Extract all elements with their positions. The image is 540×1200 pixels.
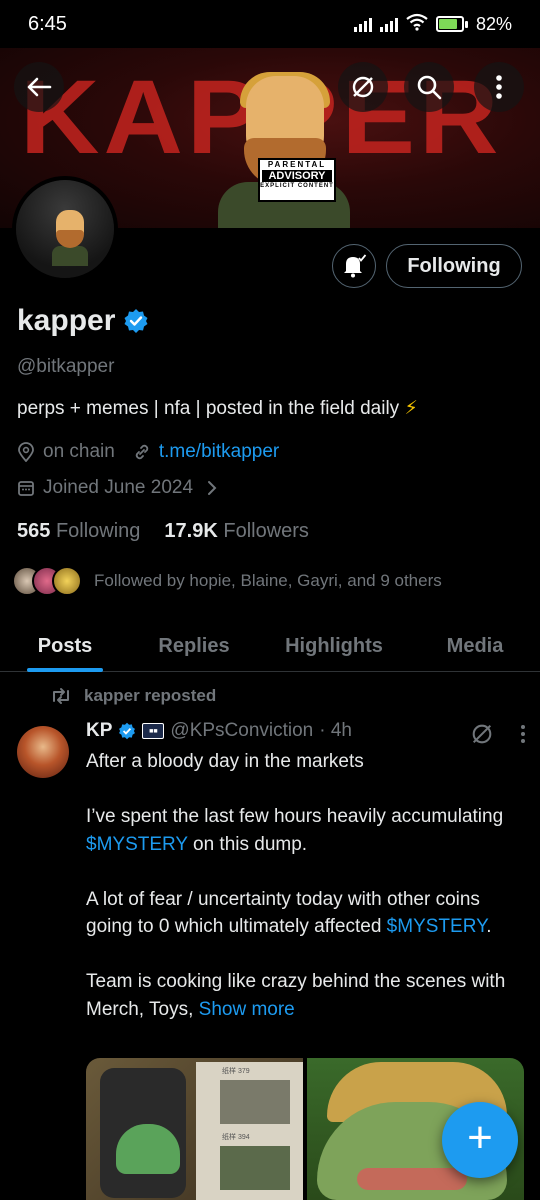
tab-replies[interactable]: Replies	[130, 620, 258, 672]
more-vertical-icon	[496, 75, 502, 99]
grok-button[interactable]	[338, 62, 388, 112]
profile-tabs: Posts Replies Highlights Media	[0, 620, 540, 672]
search-icon	[417, 75, 442, 100]
verified-badge-icon	[119, 722, 136, 740]
status-icons: 82%	[353, 13, 512, 36]
following-button[interactable]: Following	[386, 244, 522, 288]
media-note: 纸样 379	[222, 1068, 250, 1075]
back-button[interactable]	[14, 62, 64, 112]
calendar-icon	[18, 481, 34, 496]
followed-by-text: Followed by hopie, Blaine, Gayri, and 9 …	[94, 571, 442, 590]
profile-avatar[interactable]	[12, 176, 118, 282]
post-author-name[interactable]: KP	[86, 720, 112, 742]
parental-advisory-label: PARENTAL ADVISORY EXPLICIT CONTENT	[258, 158, 336, 202]
following-stat[interactable]: 565 Following	[17, 520, 140, 543]
profile-link[interactable]: t.me/bitkapper	[159, 441, 279, 463]
followed-by-row[interactable]: Followed by hopie, Blaine, Gayri, and 9 …	[12, 566, 442, 596]
show-more-link[interactable]: Show more	[199, 999, 295, 1020]
chevron-right-icon	[208, 481, 217, 495]
verified-badge-icon[interactable]	[123, 308, 149, 334]
status-bar: 6:45 82%	[0, 0, 540, 48]
status-time: 6:45	[28, 12, 67, 35]
grok-icon	[352, 76, 374, 98]
post-paragraph: A lot of fear / uncertainty today with o…	[86, 888, 492, 938]
joined-row[interactable]: Joined June 2024	[17, 477, 217, 499]
repost-icon	[53, 688, 69, 704]
location-pin-icon	[18, 442, 34, 462]
arrow-left-icon	[27, 77, 52, 97]
battery-icon	[435, 16, 468, 32]
repost-label: kapper reposted	[84, 686, 217, 705]
profile-location: on chain	[43, 441, 115, 462]
media-note: 纸样 394	[222, 1134, 250, 1141]
repost-indicator[interactable]: kapper reposted	[50, 686, 216, 706]
plus-icon: +	[467, 1113, 493, 1162]
signal-icon	[353, 16, 372, 32]
tab-highlights[interactable]: Highlights	[258, 620, 410, 672]
followers-stat[interactable]: 17.9K Followers	[164, 520, 309, 543]
joined-date: Joined June 2024	[43, 477, 194, 498]
post-paragraph: Team is cooking like crazy behind the sc…	[86, 971, 506, 1020]
wifi-icon	[406, 13, 428, 36]
tab-media[interactable]: Media	[410, 620, 540, 672]
follower-avatar	[52, 566, 82, 596]
affiliate-badge-icon: ■■	[142, 723, 165, 739]
cashtag-link[interactable]: $MYSTERY	[387, 916, 487, 937]
post-paragraph: I’ve spent the last few hours heavily ac…	[86, 806, 504, 855]
profile-bio: perps + memes | nfa | posted in the fiel…	[17, 398, 418, 419]
post-actions-top	[470, 722, 526, 746]
profile-name-row: kapper	[17, 304, 149, 338]
lightning-emoji: ⚡	[404, 398, 418, 419]
post-header: KP ■■ @KPsConviction · 4h	[86, 720, 526, 742]
search-button[interactable]	[404, 62, 454, 112]
more-vertical-icon[interactable]	[520, 724, 526, 744]
more-options-button[interactable]	[474, 62, 524, 112]
cashtag-link[interactable]: $MYSTERY	[86, 834, 188, 855]
battery-percent: 82%	[475, 13, 512, 34]
post-paragraph: After a bloody day in the markets	[86, 751, 364, 772]
signal-icon-2	[379, 16, 398, 32]
display-name: kapper	[17, 304, 116, 337]
notifications-button[interactable]	[332, 244, 376, 288]
grok-icon[interactable]	[470, 722, 494, 746]
follower-avatars	[12, 566, 82, 596]
post-author-avatar[interactable]	[17, 726, 69, 778]
tab-posts[interactable]: Posts	[0, 620, 130, 672]
link-icon	[135, 444, 149, 460]
profile-meta-row: on chain t.me/bitkapper	[17, 441, 279, 463]
profile-handle: @bitkapper	[17, 356, 115, 377]
post-author-handle[interactable]: @KPsConviction	[170, 720, 313, 742]
follow-stats: 565 Following 17.9K Followers	[17, 520, 309, 543]
compose-post-button[interactable]: +	[442, 1102, 518, 1178]
banner-character	[214, 72, 354, 228]
bell-check-icon	[344, 254, 367, 278]
post-body[interactable]: After a bloody day in the markets I’ve s…	[86, 748, 516, 1051]
post-time: · 4h	[319, 720, 352, 741]
post-media-image[interactable]: 纸样 379 纸样 394	[86, 1058, 303, 1200]
